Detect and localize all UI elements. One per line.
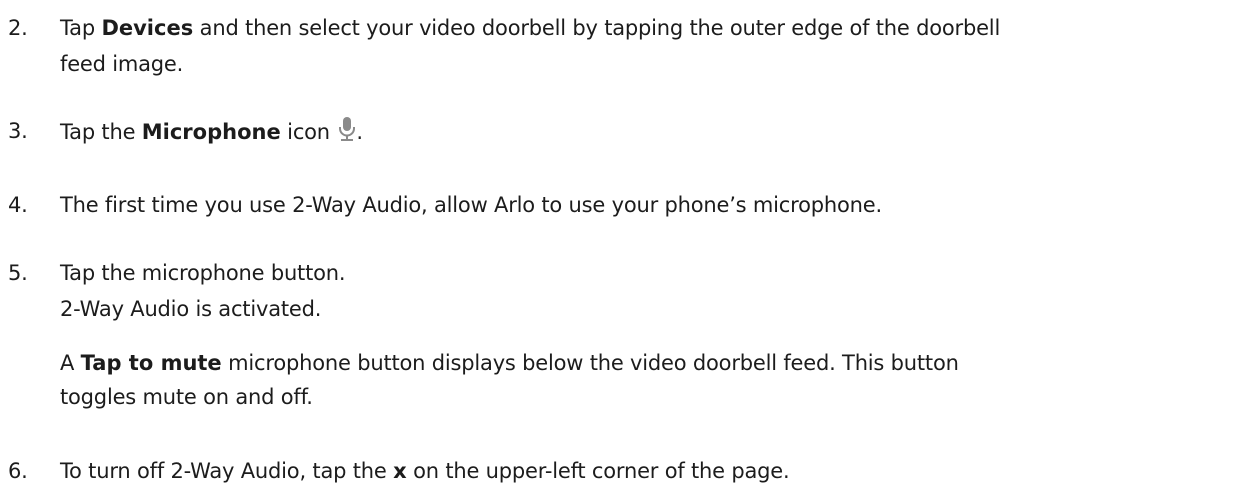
step-text: Tap the bbox=[60, 120, 142, 144]
step-5-line: Tap the microphone button. bbox=[60, 261, 346, 285]
step-text: on the upper-left corner of the page. bbox=[406, 459, 790, 483]
step-5-result: 2-Way Audio is activated. bbox=[60, 297, 322, 321]
step-number: 6. bbox=[8, 459, 28, 483]
step-6-line: To turn off 2-Way Audio, tap the x on th… bbox=[60, 456, 790, 486]
step-text: and then select your video doorbell by t… bbox=[193, 16, 1001, 40]
step-text: microphone button displays below the vid… bbox=[221, 351, 959, 375]
step-5-note-line-1: A Tap to mute microphone button displays… bbox=[60, 348, 959, 378]
devices-label: Devices bbox=[101, 16, 194, 40]
step-text: icon bbox=[280, 120, 337, 144]
step-number: 2. bbox=[8, 16, 28, 40]
microphone-icon bbox=[338, 116, 356, 150]
x-label: x bbox=[393, 459, 407, 483]
step-text: Tap bbox=[60, 16, 102, 40]
step-3-line: Tap the Microphone icon . bbox=[60, 116, 363, 150]
step-4-line: The first time you use 2-Way Audio, allo… bbox=[60, 193, 882, 217]
step-2-line-2: feed image. bbox=[60, 52, 184, 76]
step-text: A bbox=[60, 351, 81, 375]
step-number: 4. bbox=[8, 193, 28, 217]
tap-to-mute-label: Tap to mute bbox=[80, 351, 222, 375]
instruction-document: 2. Tap Devices and then select your vide… bbox=[0, 0, 1245, 502]
step-number: 5. bbox=[8, 261, 28, 285]
step-number: 3. bbox=[8, 119, 28, 143]
microphone-label: Microphone bbox=[141, 120, 281, 144]
step-text: . bbox=[356, 120, 363, 144]
step-2-line-1: Tap Devices and then select your video d… bbox=[60, 13, 1000, 43]
step-text: To turn off 2-Way Audio, tap the bbox=[60, 459, 394, 483]
step-5-note-line-2: toggles mute on and off. bbox=[60, 385, 313, 409]
